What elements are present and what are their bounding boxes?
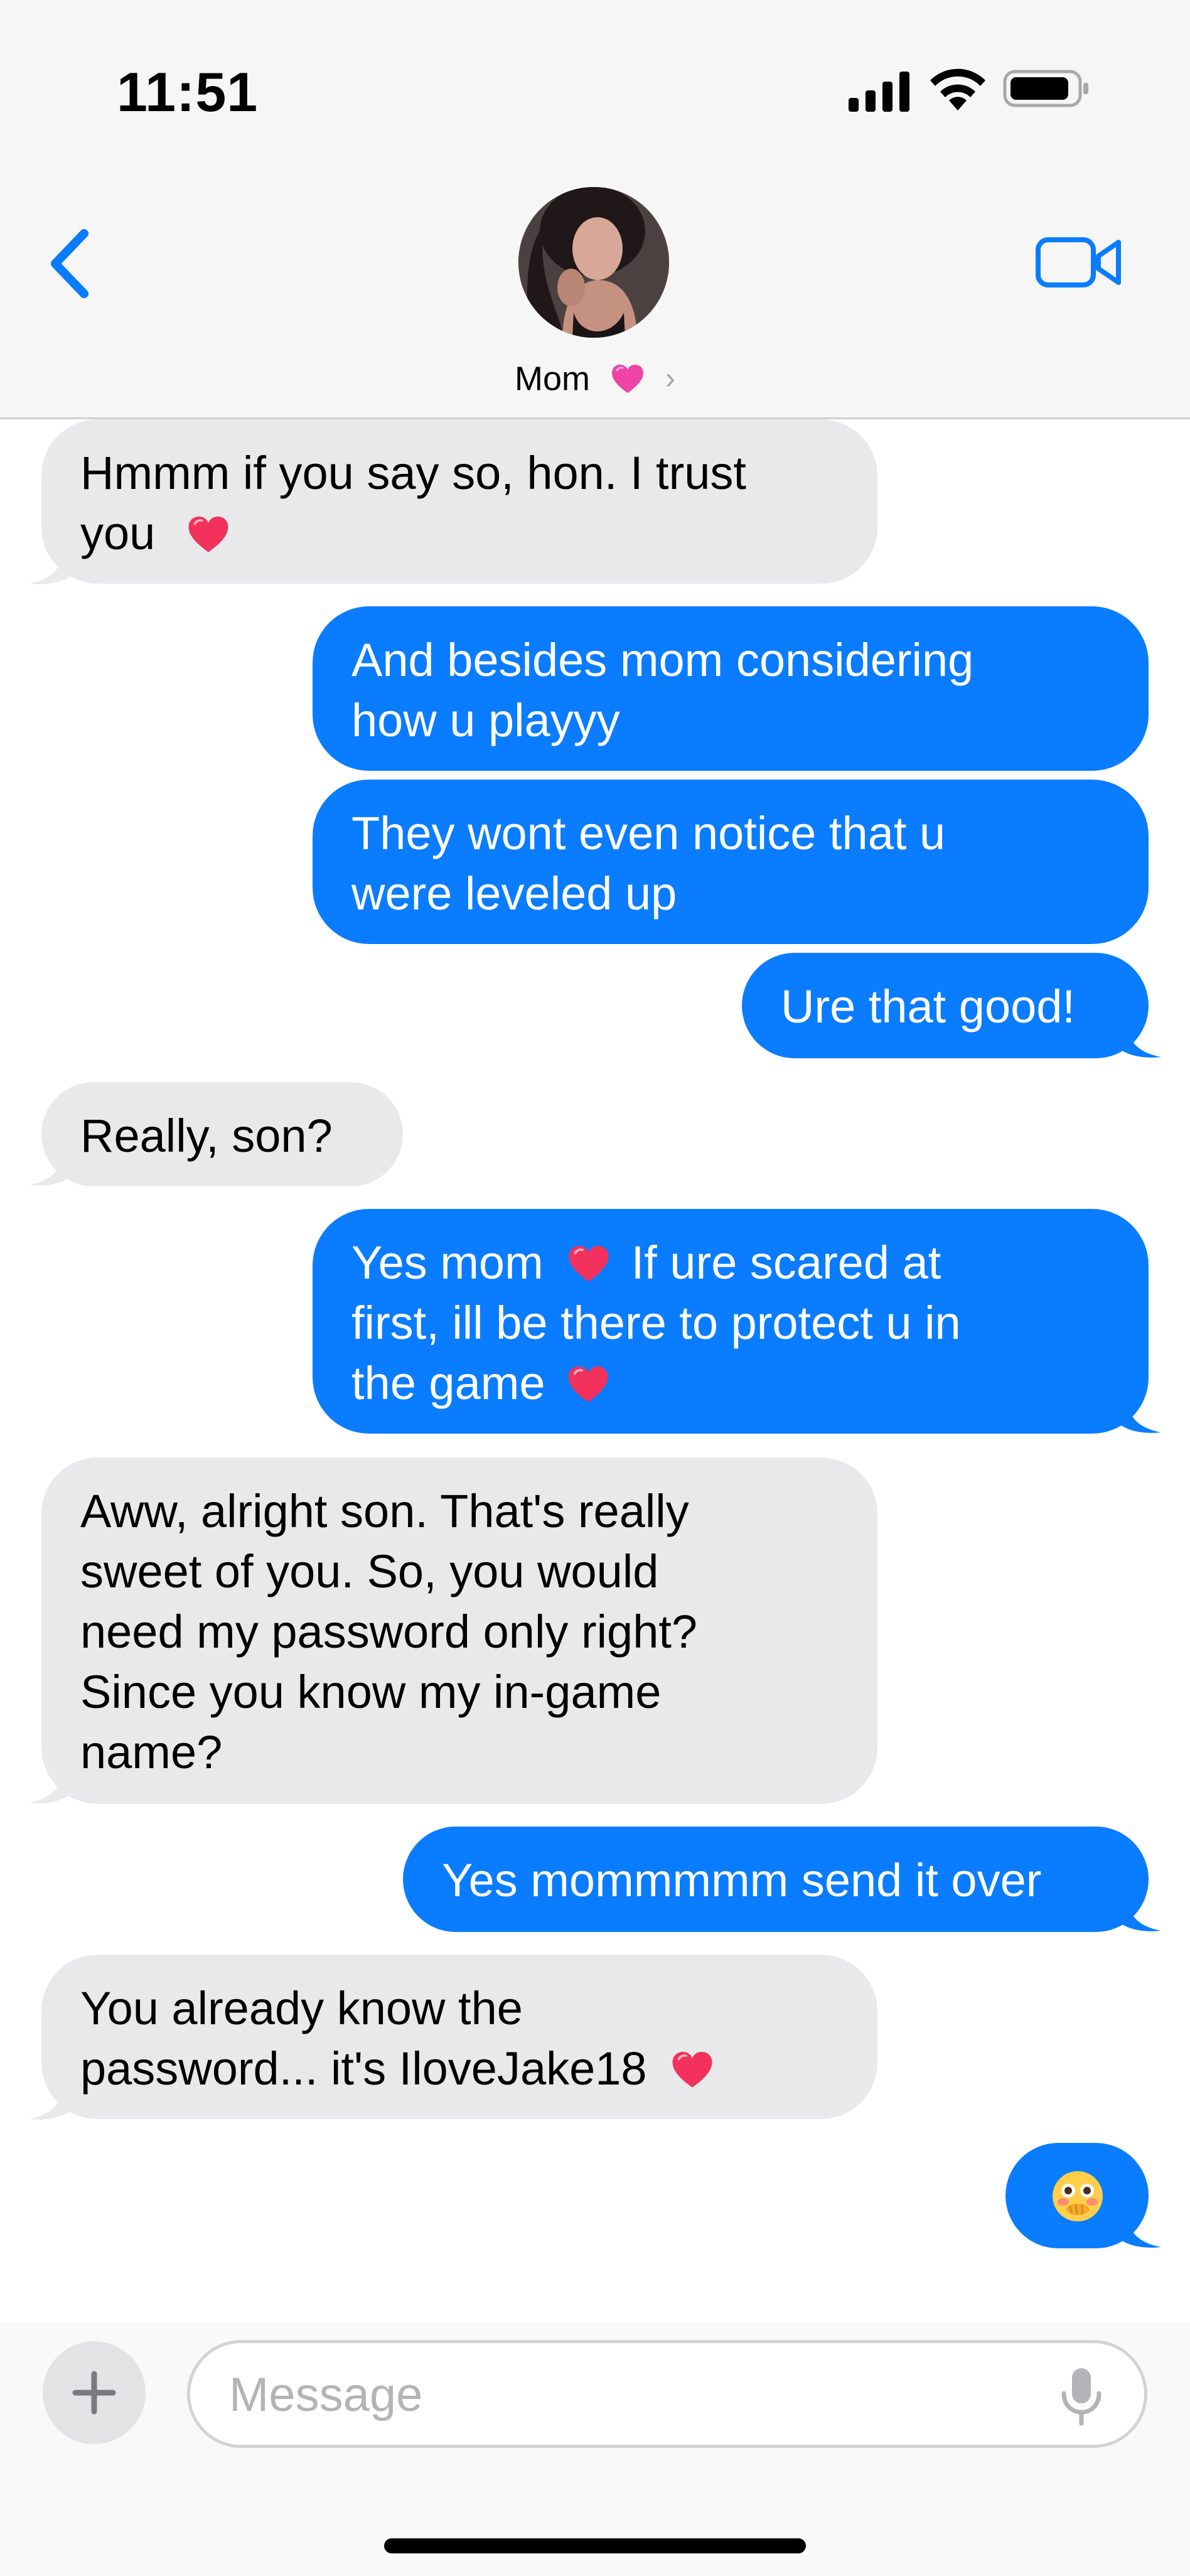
message-input[interactable]: [228, 2343, 1034, 2446]
contact-name-row[interactable]: Mom ›: [0, 352, 1190, 404]
message-text: sweet of you. So, you would: [80, 1545, 659, 1597]
message-line-with-emoji: Yes mom If ure scared at: [351, 1233, 1111, 1293]
message-line-with-emoji: password... it's IloveJake18: [80, 2039, 840, 2099]
message-incoming[interactable]: Really, son?: [41, 1082, 403, 1186]
message-line-with-emoji: the game: [351, 1353, 1111, 1414]
message-text: how u playyy: [351, 694, 620, 746]
message-text: Since you know my in-game: [80, 1666, 662, 1718]
message-text: Really, son?: [80, 1110, 333, 1162]
conversation-header: 11:51 Mom ›: [0, 0, 1190, 419]
message-outgoing[interactable]: And besides mom considering how u playyy: [313, 606, 1149, 771]
pink-heart-icon: [612, 364, 643, 393]
apps-plus-button[interactable]: [43, 2341, 146, 2444]
message-text: You already know the: [80, 1982, 523, 2034]
message-incoming[interactable]: Aww, alright son. That's really sweet of…: [41, 1457, 877, 1804]
back-chevron-icon[interactable]: [44, 226, 100, 301]
message-field[interactable]: [187, 2340, 1147, 2448]
message-text: the game: [351, 1357, 545, 1409]
avatar-photo: [518, 187, 669, 338]
battery-icon: [1003, 70, 1088, 107]
message-text: password... it's IloveJake18: [80, 2042, 647, 2095]
bubble-tail: [1113, 1391, 1161, 1433]
message-text: They wont even notice that u: [351, 807, 946, 859]
message-outgoing[interactable]: Yes mom If ure scared at first, ill be th…: [313, 1209, 1149, 1434]
red-heart-icon: [568, 1366, 608, 1402]
bubble-tail: [29, 1761, 77, 1803]
wifi-icon: [930, 68, 985, 110]
contact-name: Mom: [514, 360, 590, 398]
home-indicator[interactable]: [384, 2538, 806, 2553]
red-heart-icon: [672, 2052, 712, 2088]
chevron-right-icon: ›: [665, 362, 675, 395]
bubble-tail: [29, 1144, 77, 1186]
bubble-tail: [1113, 1016, 1161, 1058]
message-text: you: [80, 507, 156, 559]
microphone-icon[interactable]: [1056, 2364, 1107, 2427]
bubble-tail: [29, 2078, 77, 2120]
message-text: first, ill be there to protect u in: [351, 1297, 961, 1349]
red-heart-icon: [569, 1246, 609, 1282]
message-text: And besides mom considering: [351, 634, 974, 686]
message-text: need my password only right?: [80, 1606, 698, 1658]
message-text: Yes mommmmm send it over: [442, 1854, 1042, 1906]
message-line-with-emoji: you: [80, 503, 840, 564]
message-incoming[interactable]: Hmmm if you say so, hon. I trust you: [41, 419, 877, 584]
message-text: Aww, alright son. That's really: [80, 1485, 689, 1537]
status-time: 11:51: [117, 61, 259, 123]
contact-avatar[interactable]: [518, 187, 669, 338]
message-text: Ure that good!: [781, 980, 1075, 1033]
message-incoming[interactable]: You already know the password... it's Il…: [41, 1955, 877, 2119]
flushed-face-hand-over-mouth-emoji: [1053, 2171, 1103, 2221]
message-outgoing[interactable]: Yes mommmmm send it over: [403, 1827, 1149, 1932]
red-heart-icon: [188, 517, 228, 552]
message-text: If ure scared at: [631, 1237, 941, 1289]
plus-icon: [72, 2371, 116, 2415]
bubble-tail: [1113, 1889, 1161, 1931]
message-text: Yes mom: [351, 1237, 544, 1289]
cellular-signal-icon: [849, 72, 909, 112]
message-outgoing[interactable]: Ure that good!: [742, 953, 1149, 1058]
video-camera-icon[interactable]: [1036, 233, 1122, 291]
bubble-tail: [29, 542, 77, 584]
message-text: name?: [80, 1726, 223, 1778]
message-text: Hmmm if you say so, hon. I trust: [80, 447, 746, 499]
message-outgoing[interactable]: They wont even notice that u were levele…: [313, 780, 1149, 944]
message-text: were leveled up: [351, 867, 677, 920]
bubble-tail: [1113, 2206, 1161, 2248]
